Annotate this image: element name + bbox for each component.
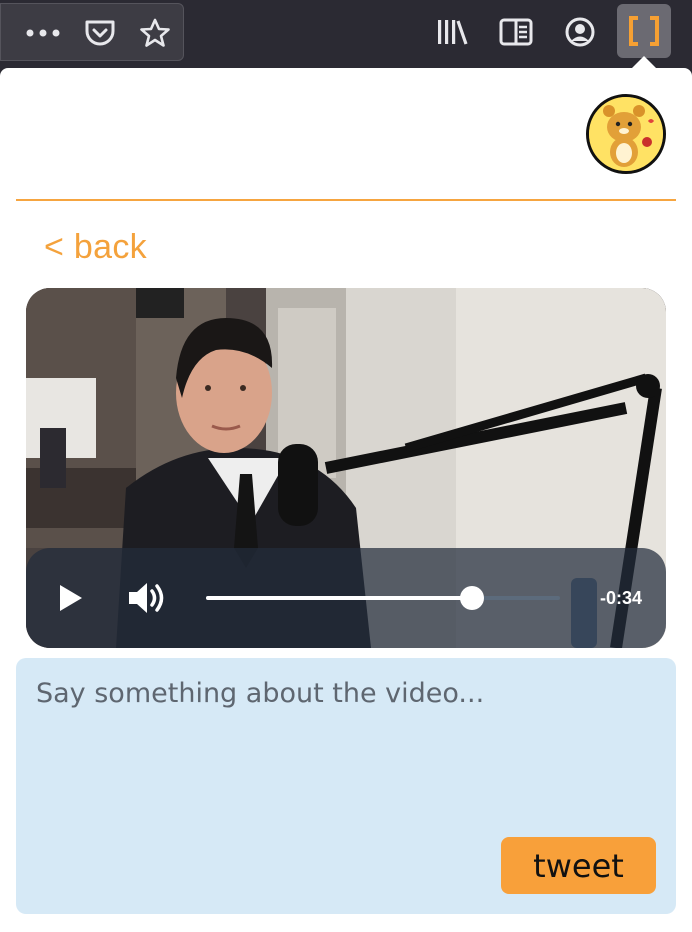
page-actions-group [0, 3, 184, 61]
more-icon[interactable] [21, 16, 65, 50]
extension-icon [629, 16, 659, 46]
extension-popup: < back -0:34 Say something about the vid… [0, 56, 692, 932]
video-player[interactable]: -0:34 [26, 288, 666, 648]
volume-icon [129, 583, 164, 613]
seek-bar[interactable] [206, 586, 560, 610]
bear-avatar-icon [589, 97, 663, 171]
video-controls: -0:34 [26, 548, 666, 648]
header-divider [16, 199, 676, 201]
library-icon[interactable] [434, 14, 470, 50]
play-button[interactable] [50, 576, 90, 620]
time-remaining: -0:34 [600, 588, 643, 608]
pocket-icon[interactable] [81, 16, 119, 50]
seek-thumb[interactable] [459, 586, 484, 610]
browser-toolbar [0, 0, 692, 68]
volume-button[interactable] [122, 576, 172, 620]
comment-input[interactable] [36, 678, 656, 828]
back-link[interactable]: < back [44, 228, 147, 267]
reader-view-icon[interactable] [496, 14, 536, 50]
bookmark-star-icon[interactable] [135, 16, 175, 50]
tweet-button[interactable]: tweet [501, 837, 656, 894]
seek-progress [206, 596, 472, 600]
compose-box: tweet [16, 658, 676, 914]
play-icon [60, 585, 82, 611]
avatar[interactable] [586, 94, 666, 174]
account-icon[interactable] [560, 14, 600, 50]
extension-button[interactable] [617, 4, 671, 58]
popup-arrow [632, 56, 656, 68]
